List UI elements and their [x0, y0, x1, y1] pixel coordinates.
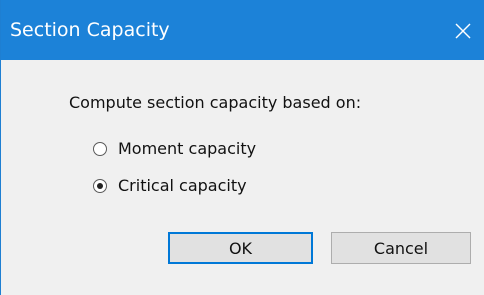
section-capacity-dialog: Section Capacity Compute section capacit…	[0, 0, 484, 295]
capacity-prompt-label: Compute section capacity based on:	[69, 93, 362, 112]
moment-capacity-option[interactable]: Moment capacity	[93, 138, 256, 160]
close-icon	[455, 23, 471, 39]
critical-capacity-option[interactable]: Critical capacity	[93, 175, 247, 197]
close-button[interactable]	[441, 8, 484, 54]
moment-capacity-radio[interactable]	[93, 142, 107, 156]
critical-capacity-label[interactable]: Critical capacity	[118, 176, 247, 196]
radio-selected-dot	[97, 183, 103, 189]
ok-button[interactable]: OK	[168, 232, 313, 264]
window-title: Section Capacity	[10, 19, 170, 41]
moment-capacity-label[interactable]: Moment capacity	[118, 139, 256, 159]
critical-capacity-radio[interactable]	[93, 179, 107, 193]
cancel-button[interactable]: Cancel	[331, 232, 471, 264]
title-bar[interactable]: Section Capacity	[1, 0, 484, 60]
